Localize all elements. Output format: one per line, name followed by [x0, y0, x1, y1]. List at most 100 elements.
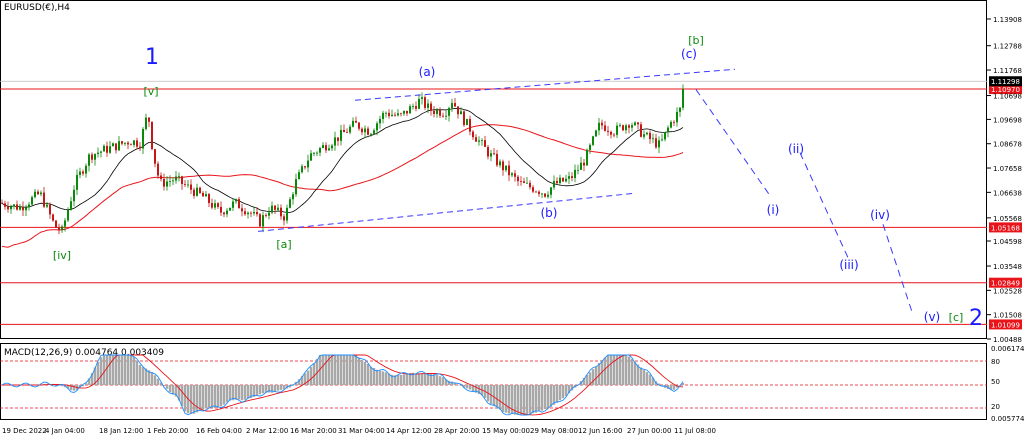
- wave-label: [iv]: [53, 249, 71, 262]
- candle-body: [571, 176, 573, 178]
- candle-body: [7, 206, 9, 210]
- candle-body: [463, 111, 465, 126]
- candle-body: [328, 148, 330, 151]
- candle-body: [451, 103, 453, 109]
- wave-label: (a): [419, 65, 436, 79]
- candle-body: [340, 129, 342, 141]
- candle-body: [313, 152, 315, 154]
- candle-body: [40, 192, 42, 195]
- wave-label: (i): [767, 203, 780, 217]
- moving-average-slow: [1, 124, 684, 248]
- candle-body: [28, 204, 30, 208]
- candle-body: [496, 153, 498, 166]
- candle-body: [406, 110, 408, 114]
- wave-projection-line[interactable]: [695, 89, 771, 196]
- time-axis-label: 28 Apr 20:00: [434, 427, 480, 435]
- candle-body: [514, 173, 516, 177]
- time-axis-label: 18 Jan 12:00: [99, 427, 143, 435]
- candle-body: [358, 122, 360, 129]
- candle-body: [676, 111, 678, 123]
- candle-body: [556, 181, 558, 184]
- candle-body: [145, 117, 147, 129]
- price-tick-label: 1.00488: [993, 336, 1022, 344]
- candle-body: [244, 211, 246, 215]
- candle-body: [262, 215, 264, 227]
- candle-body: [148, 117, 150, 122]
- time-axis-label: 27 Jun 00:00: [627, 427, 671, 435]
- candle-body: [10, 206, 12, 210]
- candle-body: [511, 173, 513, 176]
- candle-body: [388, 112, 390, 117]
- candle-body: [643, 134, 645, 137]
- time-axis-label: 4 Jan 04:00: [45, 427, 85, 435]
- candle-body: [367, 128, 369, 135]
- candle-body: [220, 206, 222, 213]
- candle-body: [304, 166, 306, 168]
- candle-body: [610, 131, 612, 135]
- candle-body: [382, 112, 384, 119]
- candle-body: [151, 121, 153, 150]
- candle-body: [613, 134, 615, 136]
- candle-body: [112, 143, 114, 147]
- candle-body: [670, 121, 672, 128]
- candle-body: [238, 199, 240, 209]
- candle-body: [127, 142, 129, 145]
- candle-body: [1, 202, 3, 204]
- price-chart[interactable]: 1.109701.051681.028491.010991.11298 1[v]…: [0, 0, 1024, 441]
- candle-body: [439, 109, 441, 116]
- candle-body: [433, 110, 435, 114]
- candle-body: [100, 151, 102, 153]
- candle-body: [550, 187, 552, 195]
- candle-body: [673, 121, 675, 123]
- candle-body: [619, 125, 621, 127]
- candle-body: [661, 139, 663, 141]
- candle-body: [325, 145, 327, 151]
- candle-body: [274, 205, 276, 210]
- candle-body: [73, 189, 75, 202]
- candle-body: [265, 215, 267, 216]
- candle-body: [205, 194, 207, 197]
- candle-body: [616, 125, 618, 135]
- candle-body: [226, 210, 228, 215]
- candle-body: [667, 127, 669, 133]
- candle-body: [4, 203, 6, 207]
- wave-label: [b]: [688, 34, 704, 47]
- candle-body: [637, 122, 639, 125]
- candle-body: [532, 187, 534, 192]
- candle-body: [553, 181, 555, 188]
- candle-body: [193, 189, 195, 196]
- wave-label: (iv): [870, 208, 890, 222]
- macd-tick-label: 20: [991, 403, 1000, 411]
- price-tick-label: 1.11768: [993, 67, 1022, 75]
- candle-body: [31, 197, 33, 205]
- candle-body: [529, 182, 531, 188]
- candle-body: [118, 141, 120, 151]
- candle-body: [583, 162, 585, 166]
- candle-body: [652, 138, 654, 140]
- wave-label: (iii): [839, 258, 858, 272]
- candle-body: [586, 149, 588, 166]
- candle-body: [466, 118, 468, 126]
- candle-body: [19, 206, 21, 210]
- wave-label: (c): [681, 47, 697, 61]
- lower-trendline[interactable]: [257, 192, 636, 232]
- candle-body: [280, 207, 282, 217]
- candle-body: [103, 145, 105, 152]
- candle-body: [22, 206, 24, 211]
- candle-body: [157, 163, 159, 176]
- candle-body: [538, 191, 540, 194]
- candle-body: [310, 153, 312, 161]
- candle-body: [682, 89, 684, 108]
- candle-body: [214, 203, 216, 208]
- wave-projection-line[interactable]: [882, 224, 914, 316]
- candle-body: [655, 138, 657, 148]
- candle-body: [562, 177, 564, 182]
- candle-body: [85, 165, 87, 174]
- wave-projection-line[interactable]: [799, 152, 849, 258]
- candle-body: [595, 130, 597, 137]
- upper-trendline[interactable]: [354, 68, 736, 101]
- candle-body: [58, 227, 60, 231]
- candle-body: [34, 191, 36, 198]
- candle-body: [544, 193, 546, 197]
- candle-body: [256, 211, 258, 215]
